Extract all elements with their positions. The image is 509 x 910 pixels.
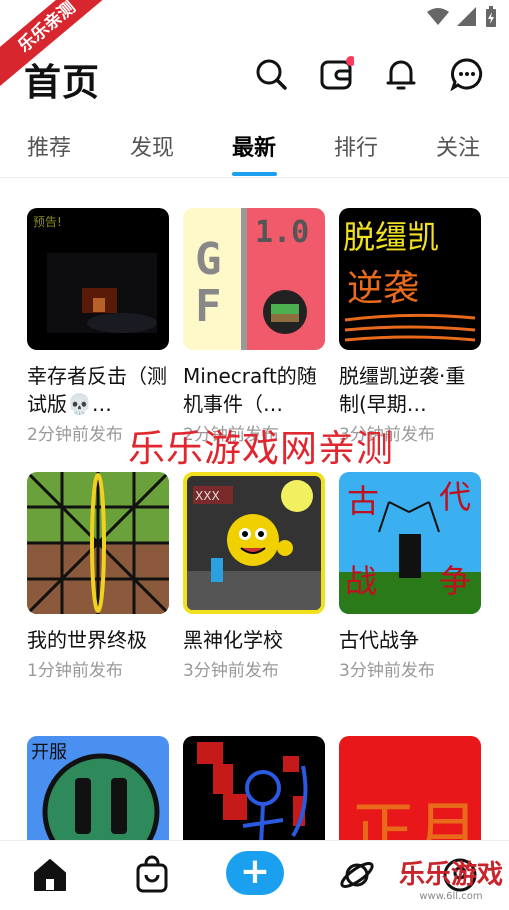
page-title: 首页 — [24, 61, 100, 104]
thumb-text: 脱缰凯 — [343, 218, 439, 256]
planet-icon[interactable] — [337, 855, 377, 895]
game-thumbnail: G F 1.0 — [183, 208, 325, 350]
thumb-text: 预告! — [33, 215, 62, 229]
corner-watermark: 乐乐游戏 www.6ll.com — [399, 854, 503, 902]
signal-icon — [457, 7, 476, 26]
plus-icon[interactable]: + — [226, 851, 284, 895]
thumb-text: 代 — [439, 478, 471, 516]
thumb-text: XXX — [195, 489, 220, 503]
game-title: 幸存者反击（测试版💀… — [27, 364, 167, 416]
game-thumbnail: 古 代 战 争 — [339, 472, 481, 614]
game-card[interactable]: 我的世界终极 1分钟前发布 — [27, 472, 169, 681]
game-card[interactable]: G F 1.0 Minecraft的随机事件（… 2分钟前发布 — [183, 208, 325, 445]
thumb-text: 战 — [345, 562, 377, 600]
battery-icon — [486, 6, 496, 27]
game-title: 脱缰凯逆袭·重制(早期… — [339, 364, 466, 416]
game-title: 古代战争 — [339, 628, 419, 652]
game-thumbnail: 预告! — [27, 208, 169, 350]
game-card[interactable]: 古 代 战 争 古代战争 3分钟前发布 — [339, 472, 481, 681]
publish-time: 3分钟前发布 — [183, 661, 279, 681]
tab-bar: 推荐 发现 最新 排行 关注 — [0, 122, 509, 178]
tab-recommend[interactable]: 推荐 — [27, 130, 71, 162]
game-title: 黑神化学校 — [183, 628, 283, 652]
corner-watermark-url: www.6ll.com — [419, 891, 483, 902]
game-thumbnail — [27, 472, 169, 614]
home-icon[interactable] — [30, 855, 70, 895]
corner-watermark-title: 乐乐游戏 — [398, 860, 503, 890]
game-title: Minecraft的随机事件（… — [183, 364, 317, 416]
search-icon[interactable] — [253, 56, 289, 92]
game-card[interactable]: XXX 黑神化学校 3分钟前发布 — [183, 472, 325, 681]
tab-following[interactable]: 关注 — [436, 130, 480, 162]
wifi-icon — [427, 8, 449, 25]
bag-icon[interactable] — [132, 855, 172, 895]
tab-discover[interactable]: 发现 — [130, 130, 174, 162]
thumb-text: 开服 — [31, 742, 67, 763]
thumb-text: 1.0 — [255, 215, 309, 250]
game-card[interactable]: 预告! 幸存者反击（测试版💀… 2分钟前发布 — [27, 208, 169, 445]
thumb-text: 争 — [439, 562, 471, 600]
thumb-text: G — [195, 234, 222, 285]
thumb-text: 逆袭 — [347, 268, 419, 309]
publish-time: 3分钟前发布 — [339, 661, 435, 681]
bottom-nav: + 乐乐游戏 www.6ll.com — [0, 840, 509, 910]
center-watermark: 乐乐游戏网亲测 — [128, 427, 394, 470]
wallet-icon[interactable] — [318, 56, 354, 92]
tab-indicator — [232, 172, 277, 176]
tab-latest[interactable]: 最新 — [232, 130, 276, 162]
header: 首页 — [0, 44, 509, 106]
game-card[interactable]: 脱缰凯 逆袭 脱缰凯逆袭·重制(早期… 3分钟前发布 — [339, 208, 481, 445]
game-thumbnail: 脱缰凯 逆袭 — [339, 208, 481, 350]
game-title: 我的世界终极 — [27, 628, 147, 652]
publish-time: 1分钟前发布 — [27, 661, 123, 681]
tab-ranking[interactable]: 排行 — [334, 130, 378, 162]
thumb-text: F — [195, 281, 222, 332]
game-thumbnail: XXX — [183, 472, 325, 614]
thumb-text: 古 — [347, 482, 379, 520]
bell-icon[interactable] — [383, 56, 419, 92]
chat-icon[interactable] — [449, 56, 485, 92]
